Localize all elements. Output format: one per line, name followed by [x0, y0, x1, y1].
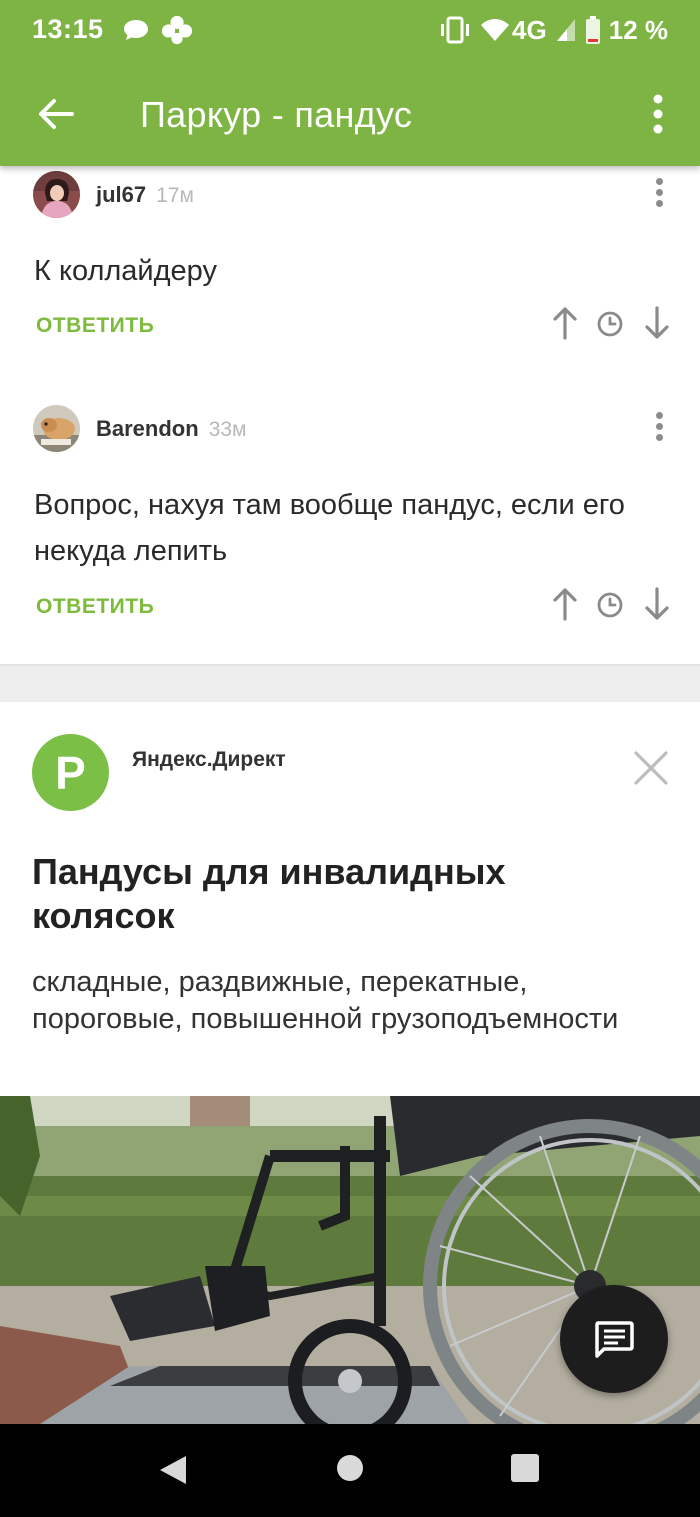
arrow-up-icon[interactable]: [552, 306, 578, 340]
comment-username[interactable]: jul67 17м: [96, 182, 194, 208]
comment-username[interactable]: Barendon 33м: [96, 416, 246, 442]
avatar[interactable]: [33, 171, 80, 218]
more-vertical-icon[interactable]: [646, 92, 670, 136]
ad-block[interactable]: P Яндекс.Директ Пандусы для инвалидных к…: [0, 702, 700, 1517]
arrow-left-icon[interactable]: [36, 94, 76, 134]
comment-text: Вопрос, нахуя там вообще пандус, если ег…: [34, 489, 625, 567]
ad-description: складные, раздвижные, перекатные, порого…: [32, 966, 619, 1035]
status-right: 4G 12 %: [438, 12, 668, 48]
arrow-down-icon[interactable]: [644, 306, 670, 340]
battery-icon: [585, 16, 600, 44]
nav-home-icon[interactable]: [336, 1454, 364, 1482]
ad-headline[interactable]: Пандусы для инвалидных колясок: [32, 850, 652, 938]
comments-list: jul67 17м К коллайдеру ОТВЕТИТЬ Barendon…: [0, 166, 700, 664]
chat-notification-icon: [124, 20, 148, 40]
reply-button[interactable]: ОТВЕТИТЬ: [36, 595, 154, 619]
comment: Barendon 33м Вопрос, нахуя там вообще пан…: [0, 400, 700, 664]
top-bar: 13:15 4G 12 % Паркур - пандус: [0, 0, 700, 166]
clock-icon[interactable]: [596, 310, 624, 338]
reply-button[interactable]: ОТВЕТИТЬ: [36, 314, 154, 338]
comment-text: К коллайдеру: [34, 255, 217, 287]
nav-back-icon[interactable]: [158, 1454, 188, 1486]
page-title: Паркур - пандус: [140, 94, 413, 135]
section-divider: [0, 664, 700, 702]
ad-source: Яндекс.Директ: [132, 748, 286, 771]
network-type: 4G: [512, 14, 547, 45]
comment-actions: [552, 587, 672, 623]
comment: jul67 17м К коллайдеру ОТВЕТИТЬ: [0, 166, 700, 386]
avatar[interactable]: [33, 405, 80, 452]
comment-time: 33м: [208, 418, 247, 441]
ad-logo: P: [32, 734, 109, 811]
comment-time: 17м: [156, 184, 194, 207]
comment-menu-button[interactable]: [652, 178, 666, 212]
status-bar: 13:15 4G 12 %: [0, 0, 700, 62]
vibrate-icon: [441, 16, 470, 44]
nav-recents-icon[interactable]: [511, 1454, 539, 1482]
system-navigation-bar: [0, 1424, 700, 1517]
status-time: 13:15: [32, 14, 104, 44]
arrow-up-icon[interactable]: [552, 587, 578, 621]
arrow-down-icon[interactable]: [644, 587, 670, 621]
chat-fab-button[interactable]: [560, 1285, 668, 1393]
comment-actions: [552, 306, 672, 342]
wifi-icon: [481, 19, 510, 41]
battery-level: 12 %: [608, 14, 668, 45]
game-notification-icon: [161, 15, 193, 45]
clock-icon[interactable]: [596, 591, 624, 619]
chat-icon: [595, 1321, 634, 1358]
app-bar: Паркур - пандус: [0, 62, 700, 166]
comment-menu-button[interactable]: [652, 412, 666, 446]
close-icon[interactable]: [633, 750, 669, 786]
signal-icon: [556, 19, 575, 41]
